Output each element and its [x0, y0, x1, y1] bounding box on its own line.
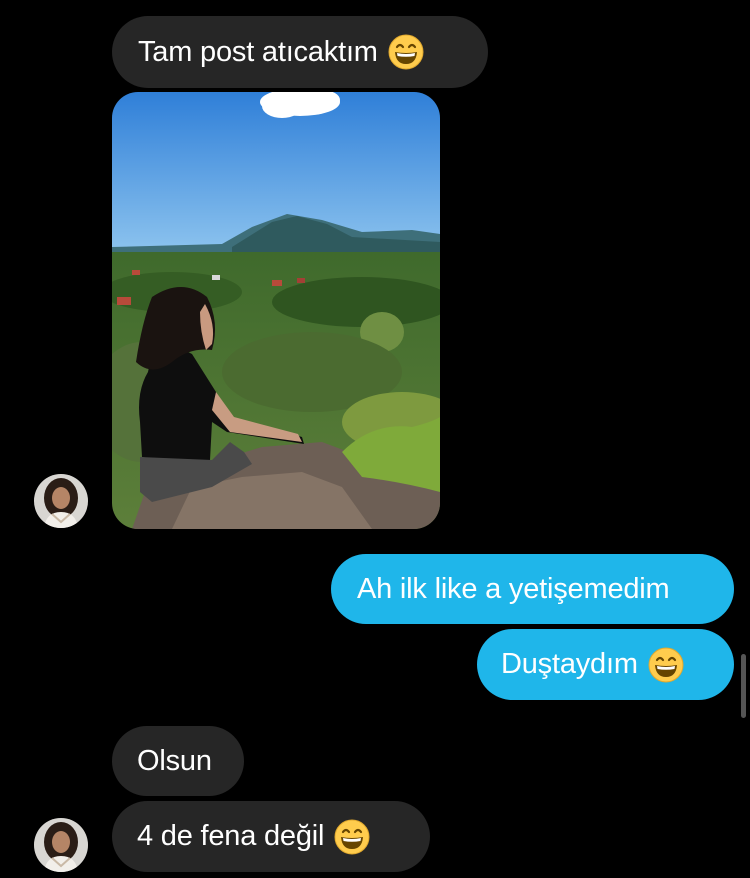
message-bubble-incoming[interactable]: Olsun — [112, 726, 244, 796]
grinning-face-emoji-icon — [334, 819, 370, 854]
message-text: Ah ilk like a yetişemedim — [357, 572, 670, 605]
contact-avatar-image — [34, 474, 88, 528]
contact-avatar[interactable] — [34, 474, 88, 528]
contact-avatar-image — [34, 818, 88, 872]
scrollbar[interactable] — [741, 654, 746, 718]
message-text: Tam post atıcaktım — [138, 35, 378, 68]
shared-photo[interactable] — [112, 92, 440, 529]
message-text: Olsun — [137, 744, 212, 777]
contact-avatar[interactable] — [34, 818, 88, 872]
message-text: Duştaydım — [501, 648, 638, 680]
grinning-face-emoji-icon — [388, 34, 424, 70]
message-text: 4 de fena değil — [137, 820, 325, 852]
message-bubble-outgoing[interactable]: Ah ilk like a yetişemedim — [331, 554, 734, 624]
message-bubble-incoming[interactable]: Tam post atıcaktım — [112, 16, 488, 88]
message-bubble-outgoing[interactable]: Duştaydım — [477, 629, 734, 700]
photo-image — [112, 92, 440, 529]
grinning-face-emoji-icon — [648, 647, 684, 682]
message-bubble-incoming[interactable]: 4 de fena değil — [112, 801, 430, 872]
